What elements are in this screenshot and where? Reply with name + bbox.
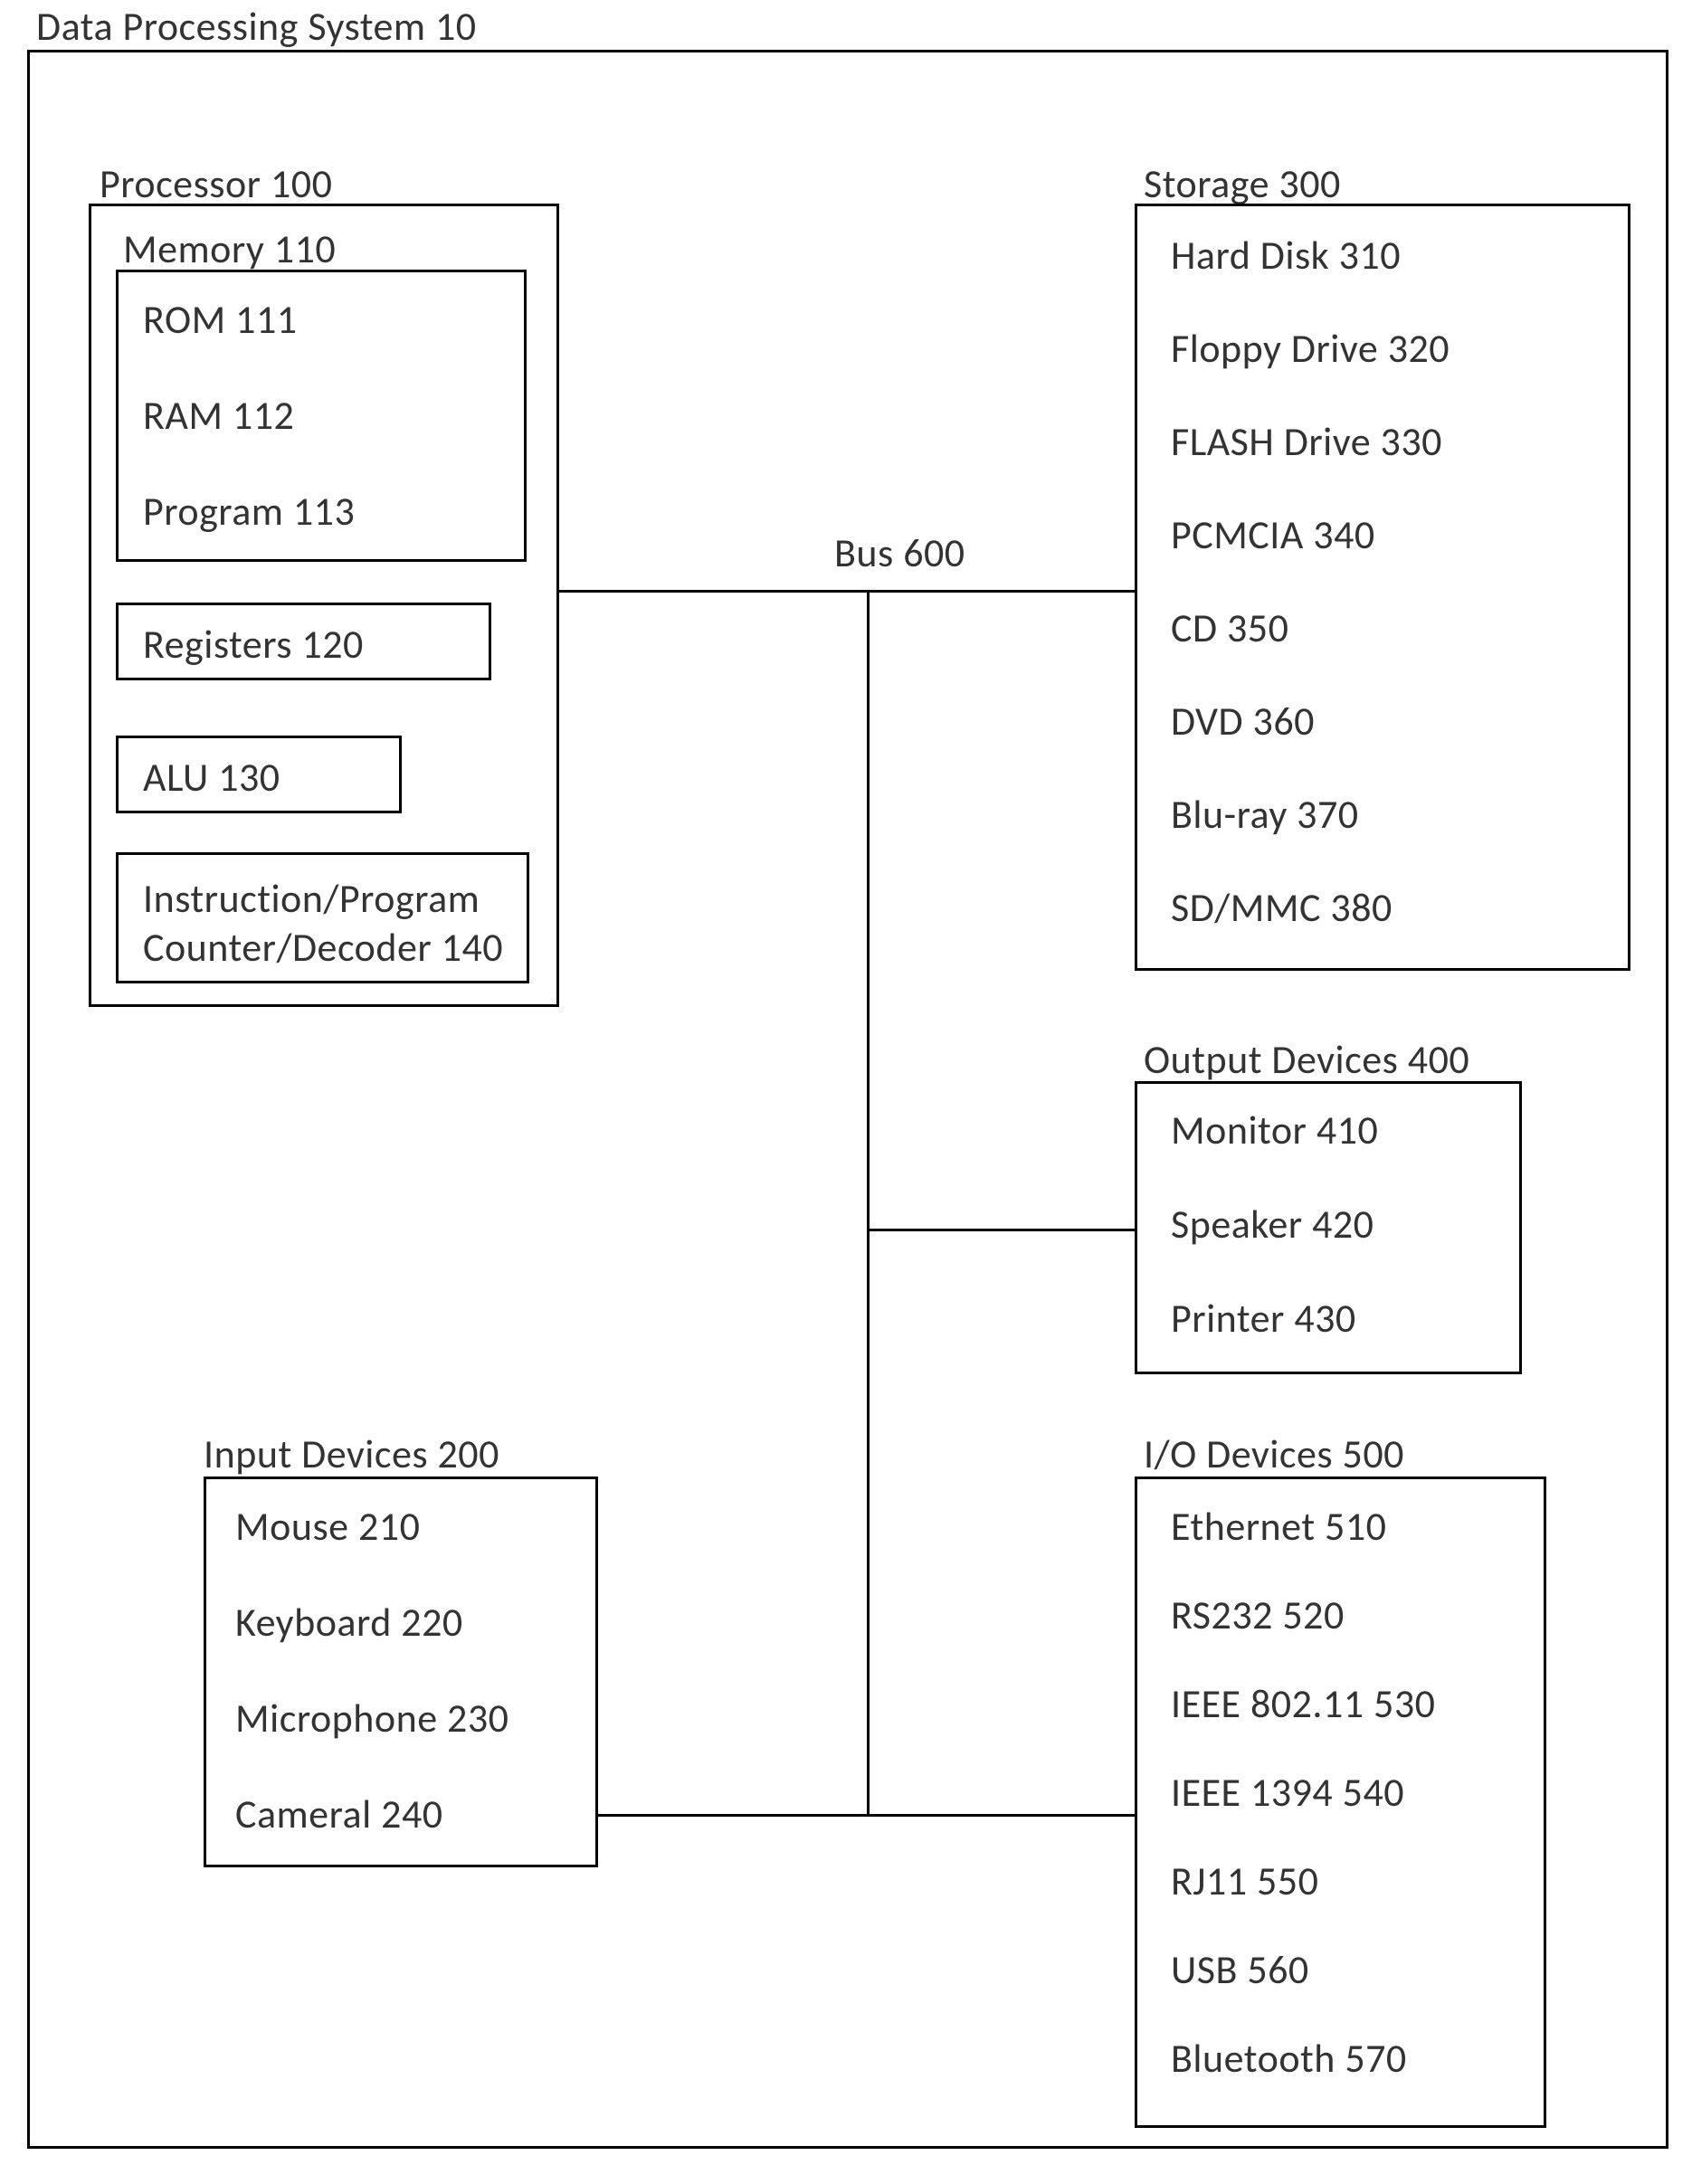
bus-proc-storage-line [559, 590, 1135, 593]
input-item: Mouse 210 [235, 1502, 420, 1551]
diagram-canvas: Data Processing System 10 Processor 100 … [0, 0, 1692, 2184]
storage-item: DVD 360 [1171, 697, 1315, 745]
io-item: IEEE 802.11 530 [1171, 1679, 1435, 1728]
memory-ram: RAM 112 [143, 391, 294, 440]
input-item: Keyboard 220 [235, 1598, 463, 1647]
storage-item: SD/MMC 380 [1171, 883, 1393, 932]
bus-input-io-line [598, 1814, 1135, 1817]
storage-item: Blu-ray 370 [1171, 790, 1359, 839]
output-item: Printer 430 [1171, 1294, 1356, 1343]
io-item: Ethernet 510 [1171, 1502, 1386, 1551]
storage-item: FLASH Drive 330 [1171, 417, 1442, 466]
output-title: Output Devices 400 [1144, 1035, 1469, 1084]
counter-label: Instruction/Program Counter/Decoder 140 [143, 874, 503, 972]
storage-item: Hard Disk 310 [1171, 231, 1401, 280]
storage-box [1135, 204, 1630, 971]
memory-program: Program 113 [143, 487, 355, 536]
processor-title: Processor 100 [100, 159, 332, 208]
system-title: Data Processing System 10 [36, 2, 477, 51]
input-item: Cameral 240 [235, 1790, 443, 1838]
io-item: RJ11 550 [1171, 1856, 1318, 1905]
bus-output-line [867, 1229, 1135, 1231]
output-item: Monitor 410 [1171, 1106, 1378, 1154]
storage-item: Floppy Drive 320 [1171, 324, 1450, 373]
io-item: RS232 520 [1171, 1591, 1345, 1639]
io-title: I/O Devices 500 [1144, 1429, 1404, 1478]
storage-item: CD 350 [1171, 603, 1288, 652]
alu-label: ALU 130 [143, 753, 280, 802]
input-item: Microphone 230 [235, 1694, 509, 1742]
memory-title: Memory 110 [123, 224, 336, 273]
input-title: Input Devices 200 [204, 1429, 499, 1478]
bus-backbone [867, 590, 870, 1817]
memory-rom: ROM 111 [143, 295, 298, 344]
output-item: Speaker 420 [1171, 1200, 1374, 1249]
registers-label: Registers 120 [143, 620, 364, 669]
storage-title: Storage 300 [1144, 159, 1341, 208]
io-item: IEEE 1394 540 [1171, 1768, 1404, 1817]
bus-label: Bus 600 [834, 528, 965, 577]
storage-item: PCMCIA 340 [1171, 510, 1375, 559]
io-item: Bluetooth 570 [1171, 2034, 1407, 2083]
io-item: USB 560 [1171, 1945, 1309, 1994]
